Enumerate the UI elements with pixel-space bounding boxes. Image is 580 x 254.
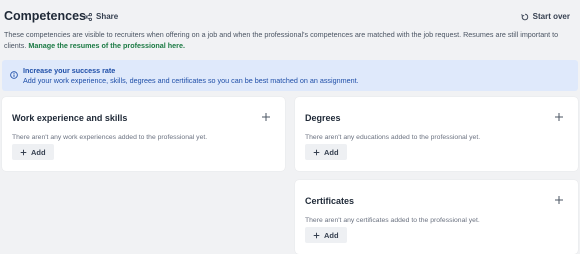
page-title: Competences <box>4 9 86 23</box>
add-label: Add <box>324 147 339 157</box>
add-label: Add <box>31 147 46 157</box>
add-work-experience-plus-icon[interactable] <box>261 112 271 122</box>
work-experience-empty-text: There aren't any work experiences added … <box>12 134 208 141</box>
start-over-button[interactable]: Start over <box>520 12 570 21</box>
add-certificate-button[interactable]: Add <box>305 227 347 243</box>
refresh-icon <box>520 13 528 20</box>
page-header: Competences Share Start over <box>4 9 572 27</box>
work-experience-card: Work experience and skills There aren't … <box>2 97 285 171</box>
start-over-label: Start over <box>532 12 570 21</box>
certificates-title: Certificates <box>305 196 355 206</box>
info-icon <box>10 71 18 79</box>
manage-resumes-link[interactable]: Manage the resumes of the professional h… <box>28 41 185 50</box>
degrees-title: Degrees <box>305 113 341 123</box>
degrees-card: Degrees There aren't any educations adde… <box>295 97 578 171</box>
share-label: Share <box>96 12 119 21</box>
competences-description: These competencies are visible to recrui… <box>4 30 570 51</box>
share-button[interactable]: Share <box>84 12 118 21</box>
plus-icon <box>313 232 320 238</box>
share-icon <box>84 12 92 21</box>
add-label: Add <box>324 230 339 240</box>
add-degree-plus-icon[interactable] <box>554 112 564 122</box>
certificates-card: Certificates There aren't any certificat… <box>295 180 578 254</box>
add-degree-button[interactable]: Add <box>305 144 347 160</box>
add-work-experience-button[interactable]: Add <box>12 144 54 160</box>
banner-title: Increase your success rate <box>23 66 116 75</box>
work-experience-title: Work experience and skills <box>12 113 128 123</box>
success-rate-banner: Increase your success rate Add your work… <box>2 60 578 91</box>
add-certificate-plus-icon[interactable] <box>554 195 564 205</box>
certificates-empty-text: There aren't any certificates added to t… <box>305 217 480 224</box>
degrees-empty-text: There aren't any educations added to the… <box>305 134 481 141</box>
plus-icon <box>20 149 27 155</box>
banner-text: Add your work experience, skills, degree… <box>23 76 359 85</box>
plus-icon <box>313 149 320 155</box>
